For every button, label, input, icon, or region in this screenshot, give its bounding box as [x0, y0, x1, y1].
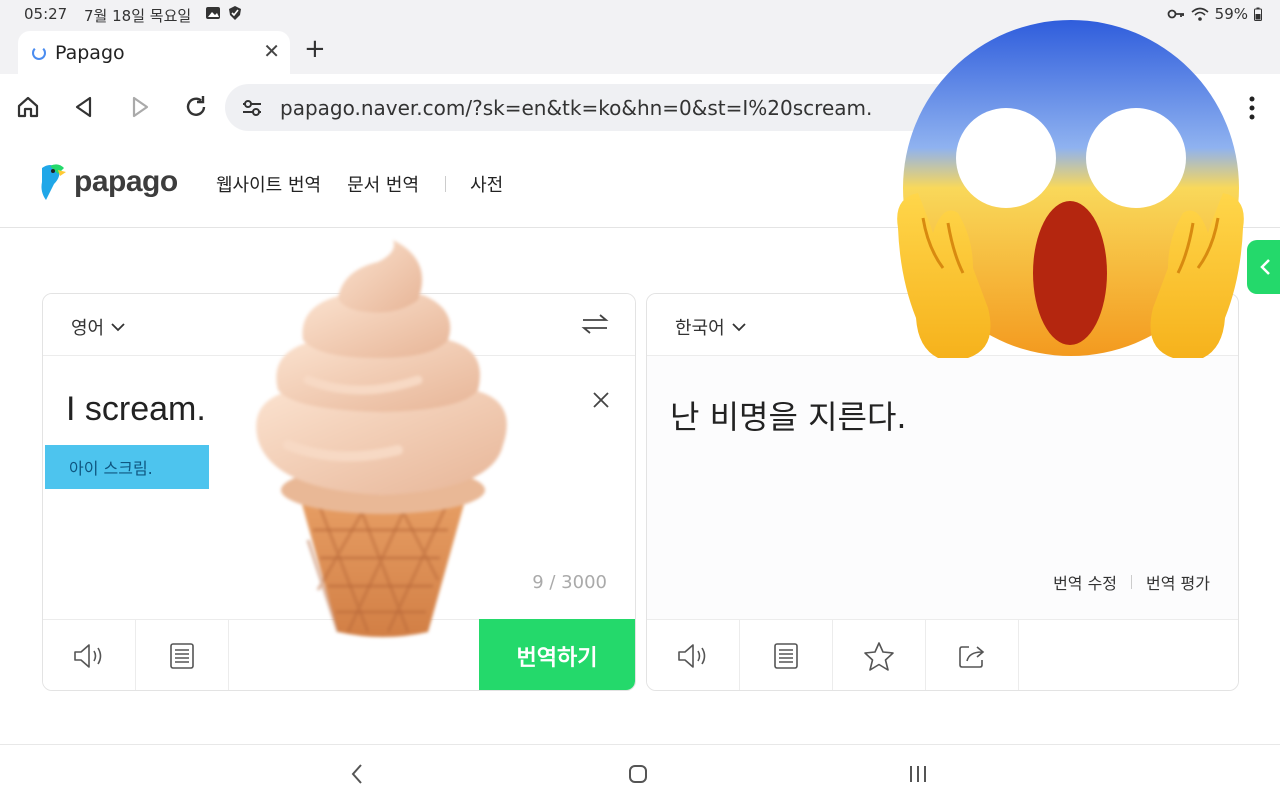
star-icon [864, 642, 894, 671]
nav-divider [445, 176, 447, 192]
back-icon[interactable] [70, 93, 98, 121]
screaming-face-emoji [897, 20, 1244, 358]
chevron-down-icon [732, 323, 746, 332]
new-tab-button[interactable]: + [304, 34, 326, 64]
speaker-icon [678, 644, 706, 668]
pronunciation-highlight: 아이 스크림. [45, 445, 209, 489]
status-time: 05:27 [24, 5, 68, 23]
pronunciation-text: 아이 스크림. [69, 459, 153, 478]
reload-icon[interactable] [182, 93, 210, 121]
chevron-left-icon [1260, 259, 1270, 275]
share-icon [959, 646, 985, 668]
source-language-label: 영어 [71, 318, 105, 339]
listen-target-button[interactable] [647, 620, 740, 690]
swap-languages-icon[interactable] [581, 312, 609, 336]
share-button[interactable] [926, 620, 1019, 690]
system-navigation-bar [0, 744, 1280, 800]
copy-result-button[interactable] [740, 620, 833, 690]
char-count: 9 / 3000 [532, 572, 607, 593]
target-language-label: 한국어 [675, 318, 725, 339]
nav-dictionary[interactable]: 사전 [470, 171, 503, 197]
clear-text-icon[interactable] [591, 390, 611, 410]
speaker-icon [74, 644, 102, 668]
link-divider [1131, 575, 1133, 589]
gallery-icon [206, 7, 220, 19]
tab-title: Papago [55, 42, 125, 64]
loading-spinner-icon [32, 46, 46, 60]
target-language-select[interactable]: 한국어 [675, 314, 747, 340]
system-back-icon[interactable] [344, 763, 370, 785]
target-panel-footer [647, 619, 1238, 690]
source-document-button[interactable] [136, 620, 229, 690]
close-tab-icon[interactable]: ✕ [263, 39, 280, 63]
forward-icon[interactable] [126, 93, 154, 121]
favorite-button[interactable] [833, 620, 926, 690]
edit-links: 번역 수정 번역 평가 [1053, 570, 1210, 594]
document-icon [774, 643, 798, 669]
site-nav: 웹사이트 번역 문서 번역 사전 [216, 171, 529, 197]
edit-translation-link[interactable]: 번역 수정 [1053, 570, 1117, 594]
logo-text: papago [74, 165, 178, 198]
rate-translation-link[interactable]: 번역 평가 [1146, 570, 1210, 594]
source-language-select[interactable]: 영어 [71, 314, 126, 340]
translation-result: 난 비명을 지른다. [670, 398, 907, 436]
document-icon [170, 643, 194, 669]
parrot-logo-icon [41, 164, 66, 200]
listen-source-button[interactable] [43, 620, 136, 690]
status-date: 7월 18일 목요일 [84, 7, 192, 25]
nav-document-translate[interactable]: 문서 번역 [347, 171, 419, 197]
papago-logo[interactable]: papago [36, 162, 178, 202]
chevron-down-icon [111, 323, 125, 332]
url-text: papago.naver.com/?sk=en&tk=ko&hn=0&st=I%… [280, 96, 873, 120]
system-home-icon[interactable] [625, 763, 651, 785]
system-recents-icon[interactable] [905, 763, 931, 785]
site-settings-icon[interactable] [241, 97, 263, 119]
home-icon[interactable] [14, 93, 42, 121]
battery-icon [1254, 7, 1262, 21]
nav-website-translate[interactable]: 웹사이트 번역 [216, 171, 321, 197]
browser-tab[interactable]: Papago ✕ [18, 31, 290, 74]
soft-serve-ice-cream-emoji [256, 240, 507, 637]
source-text-input[interactable]: I scream. [66, 390, 206, 429]
shield-check-icon [229, 6, 241, 20]
